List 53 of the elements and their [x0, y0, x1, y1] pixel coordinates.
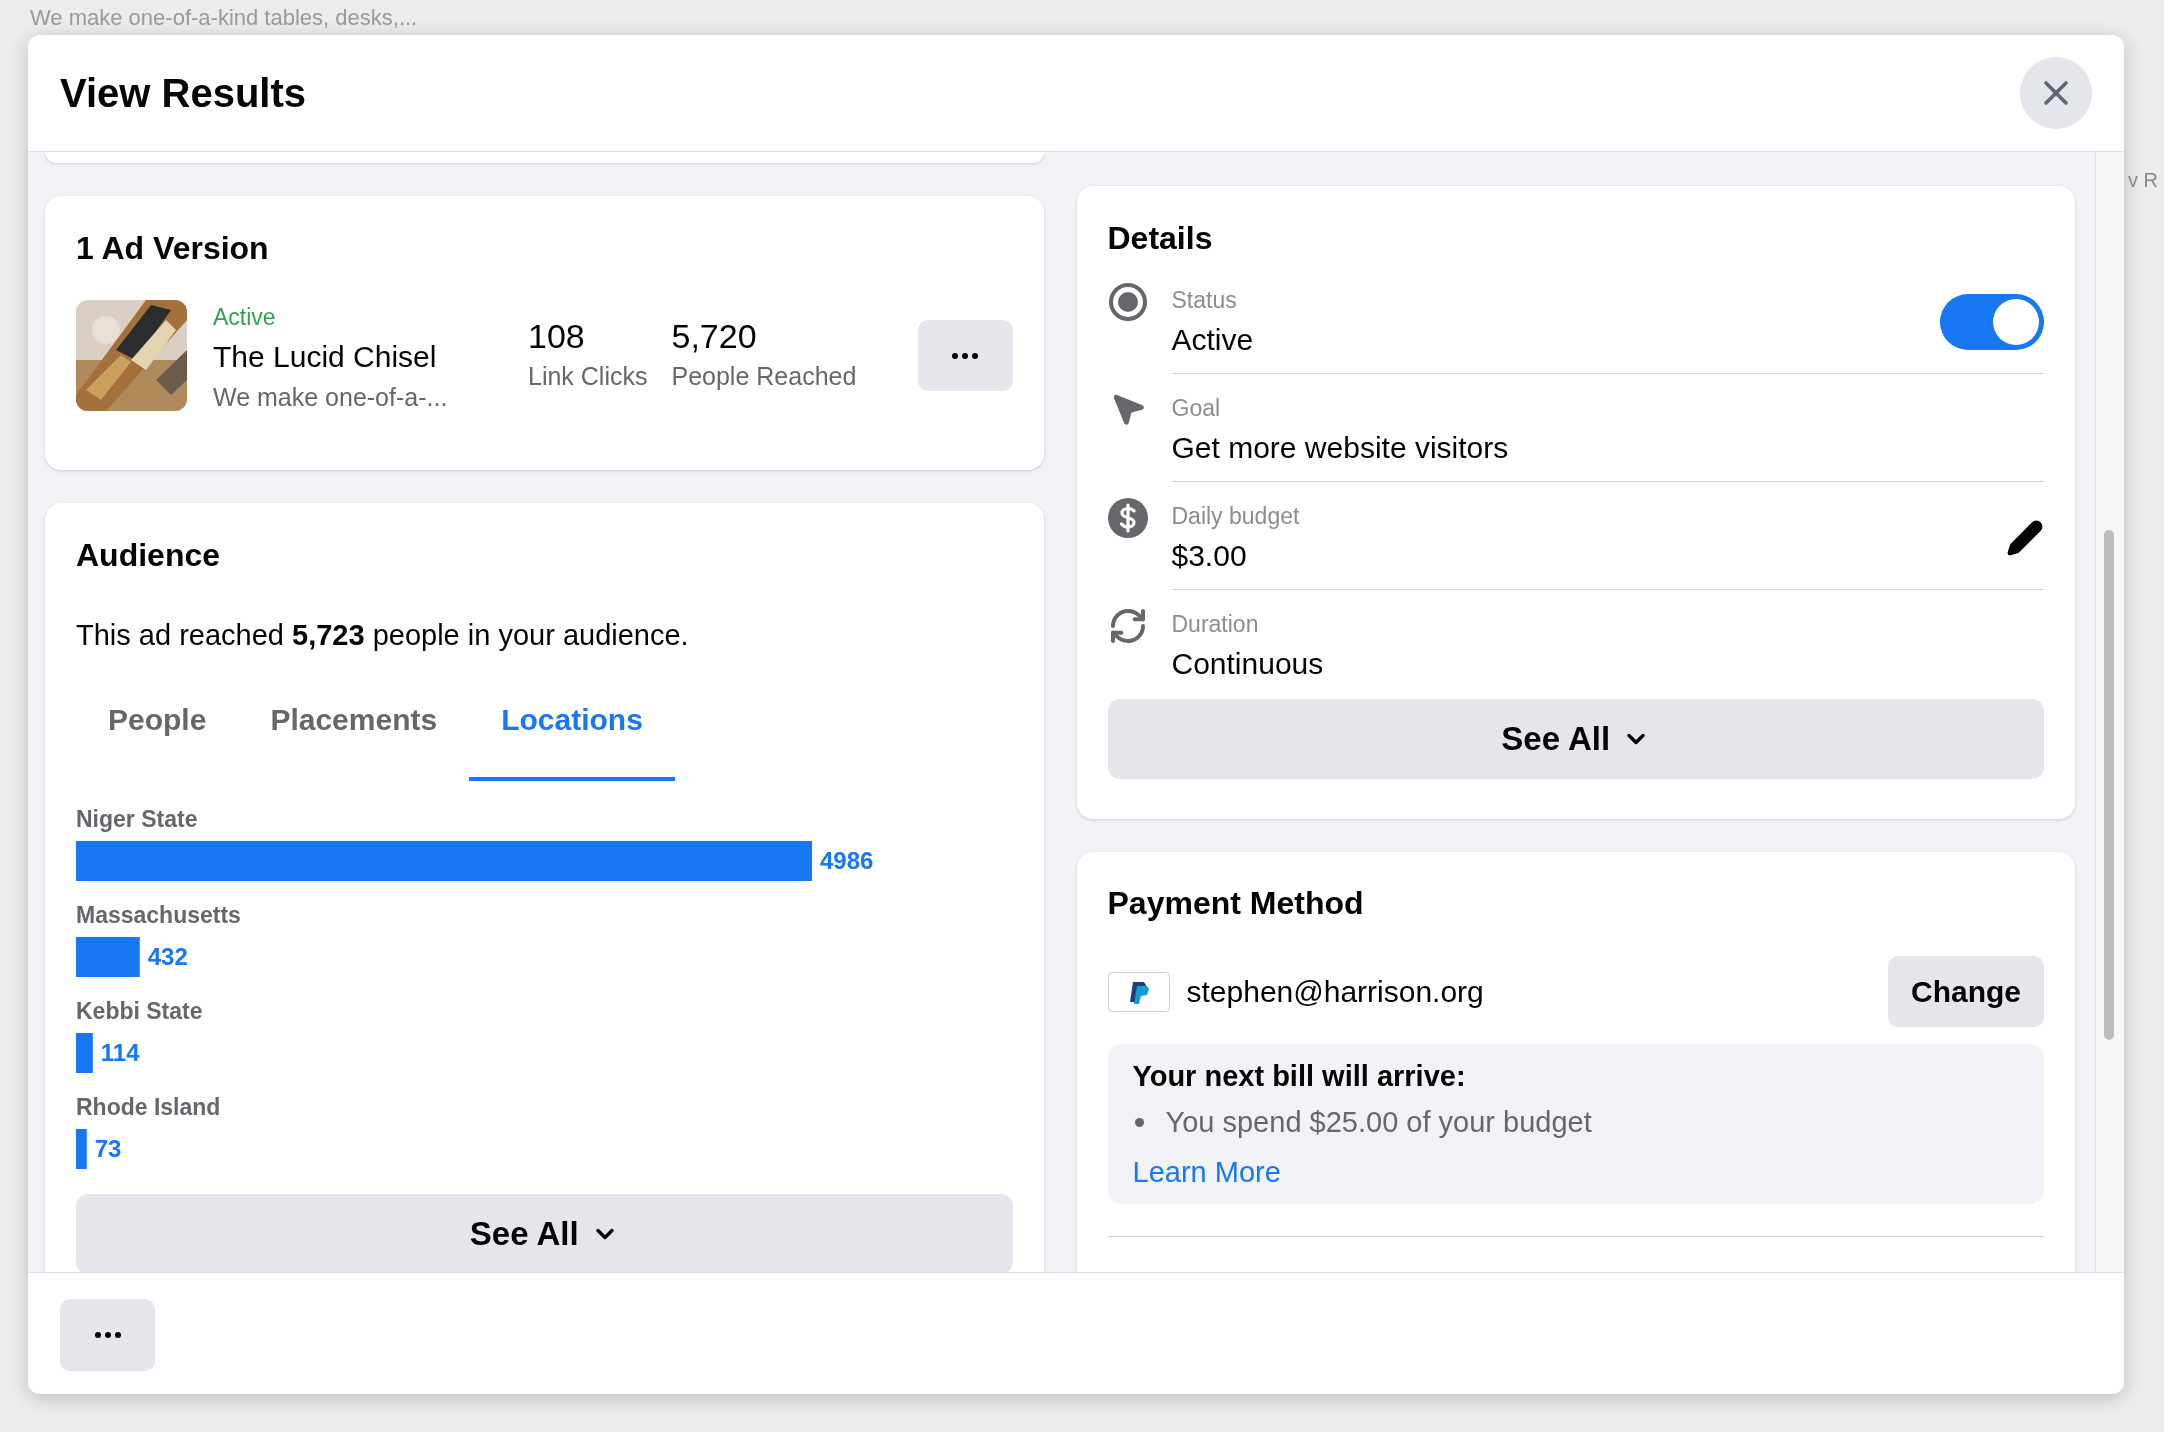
stat-label: People Reached	[671, 361, 857, 392]
category-label: Niger State	[76, 806, 198, 832]
detail-value: Active	[1171, 322, 1254, 358]
detail-value: Get more website visitors	[1171, 430, 1509, 466]
category-label: Kebbi State	[76, 998, 203, 1024]
tab[interactable]: People	[76, 677, 239, 781]
stat-label: Link Clicks	[528, 361, 648, 392]
more-icon	[952, 352, 978, 359]
bar	[76, 1033, 93, 1073]
stat-value: 5,720	[671, 316, 758, 356]
detail-label: Duration	[1171, 610, 1260, 638]
radio-icon	[1107, 282, 1148, 322]
card-title: Details	[1107, 219, 1214, 258]
audience-summary: This ad reached 5,723 people in your audience.	[76, 618, 690, 653]
detail-value: $3.00	[1171, 538, 1248, 574]
tab[interactable]: Locations	[469, 677, 675, 781]
value-label: 73	[94, 1135, 122, 1162]
detail-label: Daily budget	[1171, 502, 1300, 530]
background-text: We make one-of-a-kind tables, desks,...	[30, 4, 418, 32]
bullet-icon	[1134, 1117, 1144, 1127]
value-label: 4986	[820, 847, 874, 874]
detail-label: Status	[1171, 286, 1238, 314]
dollar-icon	[1107, 498, 1148, 538]
bill-title: Your next bill will arrive:	[1132, 1059, 1467, 1094]
status-text: Active	[213, 303, 277, 331]
change-button[interactable]: Change	[1888, 956, 2044, 1027]
value-label: 114	[100, 1039, 140, 1066]
bar	[76, 1129, 87, 1169]
tab[interactable]: Placements	[238, 677, 470, 781]
dialog-title: View Results	[60, 70, 307, 117]
detail-value: Continuous	[1171, 646, 1324, 682]
value-label: 432	[147, 943, 188, 970]
bill-item: You spend $25.00 of your budget	[1165, 1105, 1592, 1140]
more-icon	[94, 1332, 121, 1338]
payment-account: stephen@harrison.org	[1186, 974, 1484, 1010]
bar	[76, 937, 140, 977]
card-title: Audience	[76, 536, 222, 575]
card-title: Payment Method	[1107, 884, 1365, 923]
learn-more-link[interactable]: Learn More	[1132, 1152, 1281, 1192]
category-label: Rhode Island	[76, 1094, 221, 1120]
scrollbar-thumb[interactable]	[2104, 530, 2114, 1040]
see-all-button[interactable]: See All	[76, 1194, 1013, 1272]
card-title: 1 Ad Version	[76, 229, 270, 268]
category-label: Massachusetts	[76, 902, 241, 928]
paypal-logo	[1107, 971, 1170, 1012]
ad-description: We make one-of-a-...	[213, 382, 449, 413]
background-text: v R	[2128, 169, 2158, 191]
ad-name: The Lucid Chisel	[213, 339, 438, 375]
edit-icon[interactable]	[2006, 519, 2044, 557]
stat-value: 108	[528, 316, 586, 356]
status-toggle[interactable]	[1940, 294, 2044, 350]
see-all-button[interactable]: See All	[1107, 699, 2044, 779]
detail-label: Goal	[1171, 394, 1222, 422]
